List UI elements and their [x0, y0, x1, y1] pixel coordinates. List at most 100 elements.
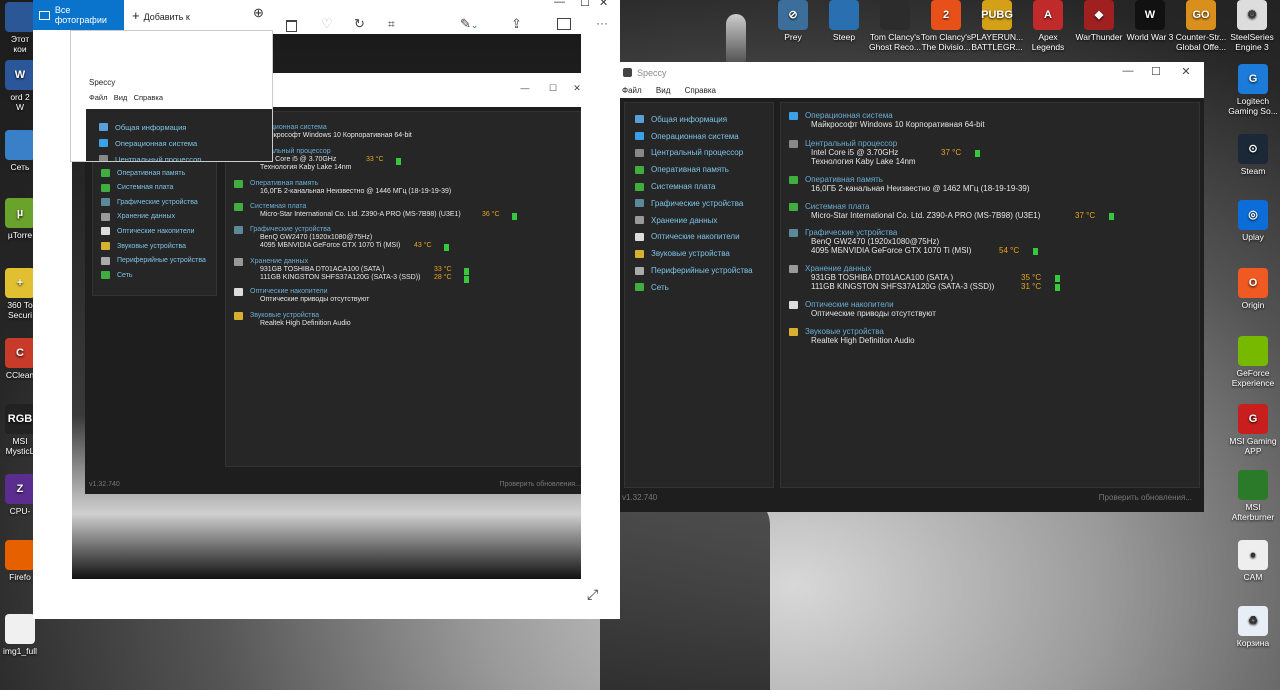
minimize-button[interactable]: —: [511, 83, 539, 93]
section-heading: Хранение данных: [789, 264, 994, 273]
maximize-button[interactable]: ☐: [1142, 65, 1170, 78]
expand-icon[interactable]: ⤢: [587, 586, 598, 603]
menu-help[interactable]: Справка: [134, 93, 163, 102]
sidebar-item-3[interactable]: Оперативная память: [101, 166, 216, 181]
rotate-icon[interactable]: ↻: [354, 16, 365, 32]
section-icon: [234, 258, 243, 267]
desktop-icon[interactable]: O Origin: [1225, 268, 1280, 310]
desktop-icon[interactable]: G MSI Gaming APP: [1225, 404, 1280, 456]
section-heading: Оптические накопители: [234, 288, 369, 297]
app-icon: ⊙: [1238, 134, 1268, 164]
minimize-button[interactable]: —: [554, 0, 565, 8]
crop-icon[interactable]: ⌗: [388, 17, 395, 32]
desktop-icon[interactable]: GO Counter-Str... Global Offe...: [1173, 0, 1229, 52]
check-updates-link[interactable]: Проверить обновления...: [499, 481, 581, 488]
sidebar-item-7[interactable]: Оптические накопители: [635, 229, 773, 246]
edit-icon[interactable]: ✎⌄: [460, 16, 478, 32]
desktop-icon[interactable]: ⊙ Steam: [1225, 134, 1280, 176]
popup-menubar: Файл Вид Справка: [89, 93, 163, 102]
delete-icon[interactable]: [286, 20, 297, 32]
desktop-icon[interactable]: Steep: [816, 0, 872, 42]
desktop-icon[interactable]: A Apex Legends: [1020, 0, 1076, 52]
section-title: Оптические накопители: [250, 288, 328, 295]
sidebar-item-1[interactable]: Операционная система: [99, 135, 201, 151]
zoom-icon[interactable]: ⊕: [253, 5, 264, 21]
minimize-button[interactable]: —: [1114, 65, 1142, 77]
temperature-gpu: 43 °C: [414, 242, 432, 250]
sidebar-item-2[interactable]: Центральный процессор: [99, 151, 201, 161]
desktop-icon[interactable]: Tom Clancy's Ghost Reco...: [867, 0, 923, 52]
section-cpu: Центральный процессор Intel Core i5 @ 3.7…: [789, 139, 916, 167]
add-to-label: Добавить к: [143, 12, 190, 22]
desktop-icon[interactable]: W World War 3: [1122, 0, 1178, 42]
section-audio: Звуковые устройства Realtek High Definiti…: [234, 312, 351, 328]
sidebar-item-5[interactable]: Графические устройства: [101, 195, 216, 210]
temperature-indicator: [1109, 213, 1114, 221]
sidebar-item-10[interactable]: Сеть: [635, 279, 773, 296]
menu-file[interactable]: Файл: [622, 86, 642, 95]
sidebar-item-1[interactable]: Операционная система: [635, 128, 773, 145]
desktop-icon[interactable]: ♻ Корзина: [1225, 606, 1280, 648]
desktop-icon-label: GeForce Experience: [1231, 368, 1275, 388]
desktop-icon[interactable]: ● CAM: [1225, 540, 1280, 582]
sidebar-item-9[interactable]: Периферийные устройства: [101, 253, 216, 268]
sidebar-item-6[interactable]: Хранение данных: [101, 210, 216, 225]
section-audio: Звуковые устройства Realtek High Definiti…: [789, 327, 915, 345]
sidebar-item-label: Операционная система: [651, 131, 739, 141]
sidebar-item-3[interactable]: Оперативная память: [635, 161, 773, 178]
menu-help[interactable]: Справка: [685, 86, 716, 95]
tab-all-photos[interactable]: Все фотографии: [33, 0, 124, 30]
sidebar-item-0[interactable]: Общая информация: [635, 111, 773, 128]
more-icon[interactable]: ···: [596, 16, 608, 30]
sidebar-item-6[interactable]: Хранение данных: [635, 212, 773, 229]
temperature-indicator: [464, 268, 469, 276]
check-updates-link[interactable]: Проверить обновления...: [1099, 493, 1192, 502]
desktop-icon-label: Steam: [1240, 166, 1266, 176]
app-icon: G: [1238, 404, 1268, 434]
menu-file[interactable]: Файл: [89, 93, 107, 102]
share-icon[interactable]: ⇪: [511, 16, 522, 32]
sidebar-item-4[interactable]: Системная плата: [101, 180, 216, 195]
desktop-icon[interactable]: img1_full: [0, 614, 48, 656]
speccy-title: Speccy: [637, 68, 667, 78]
favorite-icon[interactable]: ♡: [321, 16, 333, 32]
desktop-icon[interactable]: ◆ WarThunder: [1071, 0, 1127, 42]
section-mb: Системная плата Micro-Star International …: [234, 203, 461, 219]
sidebar-item-8[interactable]: Звуковые устройства: [101, 239, 216, 254]
desktop-icon[interactable]: ⊘ Prey: [765, 0, 821, 42]
sidebar-item-2[interactable]: Центральный процессор: [635, 145, 773, 162]
maximize-button[interactable]: ☐: [580, 0, 590, 9]
section-heading: Центральный процессор: [789, 139, 916, 148]
close-button[interactable]: ✕: [599, 0, 608, 9]
section-icon: [234, 203, 243, 212]
menu-view[interactable]: Вид: [656, 86, 670, 95]
wallpaper-knife: [726, 14, 746, 62]
desktop-icon[interactable]: G Logitech Gaming So...: [1225, 64, 1280, 116]
app-icon: [1238, 470, 1268, 500]
sidebar-item-4[interactable]: Системная плата: [635, 178, 773, 195]
sidebar-item-8[interactable]: Звуковые устройства: [635, 245, 773, 262]
desktop-icon[interactable]: 2 Tom Clancy's The Divisio...: [918, 0, 974, 52]
close-button[interactable]: ✕: [1172, 65, 1200, 78]
sidebar-item-5[interactable]: Графические устройства: [635, 195, 773, 212]
sidebar-item-10[interactable]: Сеть: [101, 268, 216, 283]
desktop-icon-label: MSI Afterburner: [1231, 502, 1275, 522]
sidebar-item-7[interactable]: Оптические накопители: [101, 224, 216, 239]
sidebar-item-9[interactable]: Периферийные устройства: [635, 262, 773, 279]
desktop-icon[interactable]: PUBG PLAYERUN... BATTLEGR...: [969, 0, 1025, 52]
desktop-icon[interactable]: ◎ Uplay: [1225, 200, 1280, 242]
add-to-button[interactable]: + Добавить к: [132, 8, 190, 23]
desktop-icon[interactable]: MSI Afterburner: [1225, 470, 1280, 522]
app-icon: ♻: [1238, 606, 1268, 636]
category-icon: [635, 266, 644, 275]
desktop-icon-label: Prey: [784, 32, 802, 42]
section-value: BenQ GW2470 (1920x1080@75Hz): [260, 234, 373, 242]
sidebar-item-0[interactable]: Общая информация: [99, 119, 201, 135]
section-ram: Оперативная память 16,0ГБ 2-канальная Неи…: [234, 180, 451, 196]
desktop-icon[interactable]: ⚙ SteelSeries Engine 3: [1224, 0, 1280, 52]
desktop-icon[interactable]: GeForce Experience: [1225, 336, 1280, 388]
print-icon[interactable]: [557, 18, 571, 30]
menu-view[interactable]: Вид: [114, 93, 128, 102]
app-icon: PUBG: [981, 0, 1013, 30]
category-icon: [101, 271, 110, 280]
